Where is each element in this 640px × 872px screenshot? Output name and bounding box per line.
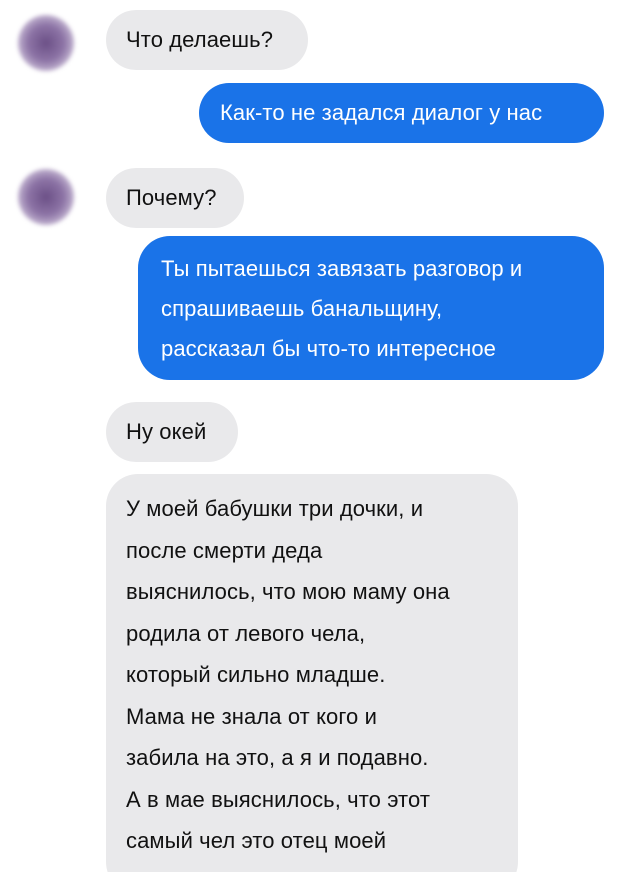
message-text-line: рассказал бы что-то интересное (161, 336, 496, 361)
contact-avatar[interactable] (18, 15, 74, 71)
message-text-line: родила от левого чела, (126, 620, 366, 646)
message-text-line: Мама не знала от кого и (126, 703, 377, 729)
message-outgoing[interactable]: Как-то не задался диалог у нас (199, 83, 604, 143)
message-text-line: забила на это, а я и подавно. (126, 745, 429, 770)
message-text-line: после смерти деда (126, 537, 323, 563)
message-text-line: А в мае выяснилось, что этот (126, 786, 430, 812)
chat-thread[interactable]: Что делаешь? Как-то не задался диалог у … (0, 0, 640, 872)
message-outgoing[interactable]: Ты пытаешься завязать разговор и спрашив… (138, 236, 604, 380)
message-text-line: самый чел это отец моей (126, 828, 387, 853)
message-text-line: Что делаешь? (126, 27, 274, 52)
message-text-line: У моей бабушки три дочки, и (126, 496, 424, 521)
message-incoming[interactable]: У моей бабушки три дочки, и после смерти… (106, 474, 518, 872)
contact-avatar[interactable] (18, 169, 74, 225)
message-text-line: выяснилось, что мою маму она (126, 579, 450, 604)
message-text-line: Почему? (126, 185, 217, 210)
message-text-line: Ну окей (126, 419, 207, 444)
message-incoming[interactable]: Что делаешь? (106, 10, 308, 70)
message-text-line: который сильно младше. (126, 662, 386, 687)
message-text-line: Как-то не задался диалог у нас (220, 100, 543, 125)
message-incoming[interactable]: Ну окей (106, 402, 238, 462)
message-text-line: спрашиваешь банальщину, (161, 296, 443, 321)
message-incoming[interactable]: Почему? (106, 168, 244, 228)
message-text-line: Ты пытаешься завязать разговор и (161, 256, 523, 281)
